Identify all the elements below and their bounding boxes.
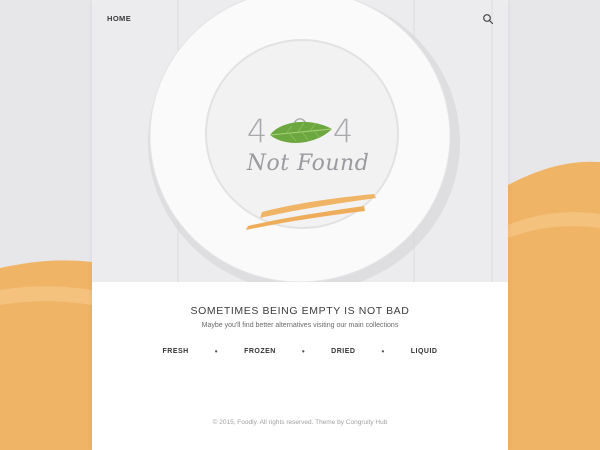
separator-dot: • xyxy=(214,347,219,356)
hero-image: HOME 4 0 4 Not Found xyxy=(92,0,508,282)
separator-dot: • xyxy=(301,347,306,356)
collection-link-liquid[interactable]: LIQUID xyxy=(411,348,438,355)
error-card: HOME 4 0 4 Not Found SOMETIMES BEING EMP… xyxy=(92,0,508,450)
collection-link-fresh[interactable]: FRESH xyxy=(163,348,189,355)
collection-links: FRESH • FROZEN • DRIED • LIQUID xyxy=(92,347,508,356)
footer-copyright: © 2015, Foodly. All rights reserved. The… xyxy=(212,419,388,426)
separator-dot: • xyxy=(381,347,385,356)
not-found-script: Not Found xyxy=(246,151,370,176)
mint-leaf-icon xyxy=(269,121,333,143)
page-subline: Maybe you'll find better alternatives vi… xyxy=(201,322,399,329)
nav-home-link[interactable]: HOME xyxy=(107,14,131,23)
collection-link-dried[interactable]: DRIED xyxy=(331,348,355,355)
collection-link-frozen[interactable]: FROZEN xyxy=(244,348,276,355)
search-icon[interactable] xyxy=(482,13,494,25)
page-headline: SOMETIMES BEING EMPTY IS NOT BAD xyxy=(190,305,410,317)
